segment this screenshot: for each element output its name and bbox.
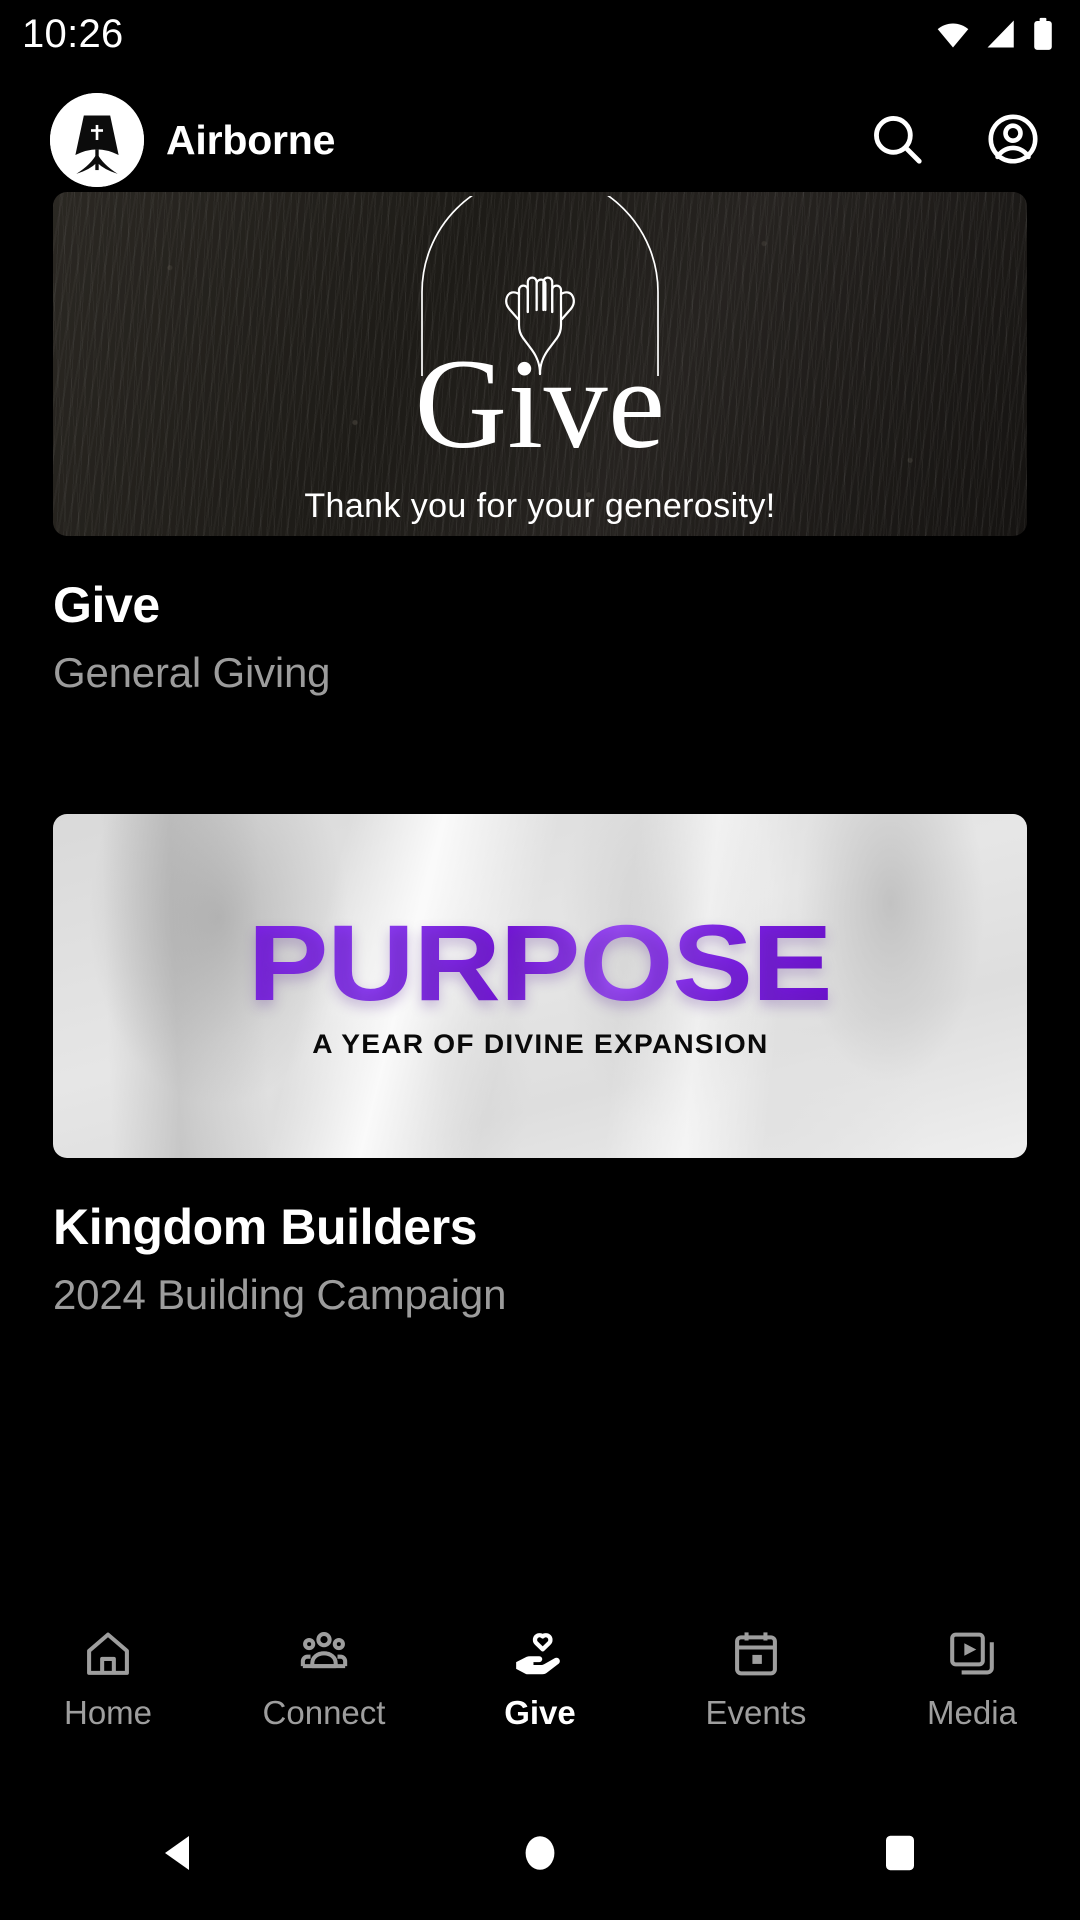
hand-heart-icon <box>513 1625 567 1683</box>
search-button[interactable] <box>864 107 930 173</box>
media-play-icon <box>945 1625 999 1683</box>
give-card-image[interactable]: Give Thank you for your generosity! <box>53 192 1027 536</box>
give-card-title: Give <box>53 577 160 633</box>
system-back-button[interactable] <box>120 1809 240 1899</box>
tab-home[interactable]: Home <box>0 1602 216 1752</box>
calendar-icon <box>729 1625 783 1683</box>
give-list: Give Thank you for your generosity! Give… <box>0 192 1080 1318</box>
app-header-actions <box>864 107 1046 173</box>
battery-icon <box>1032 17 1054 51</box>
tab-connect-label: Connect <box>262 1694 386 1731</box>
android-system-navigation <box>0 1788 1080 1920</box>
give-banner-headline: Give <box>414 333 666 475</box>
brand-name: Airborne <box>166 116 336 163</box>
airborne-logo-icon <box>50 93 144 187</box>
tab-media-label: Media <box>927 1694 1017 1731</box>
wifi-icon <box>936 17 970 51</box>
give-banner-artwork: Give Thank you for your generosity! <box>53 192 1027 536</box>
tab-events[interactable]: Events <box>648 1602 864 1752</box>
kingdom-builders-card-title: Kingdom Builders <box>53 1199 478 1256</box>
tab-give-label: Give <box>504 1694 576 1731</box>
kingdom-builders-card-image[interactable]: PURPOSE A YEAR OF DIVINE EXPANSION <box>53 814 1027 1159</box>
account-button[interactable] <box>980 107 1046 173</box>
system-home-button[interactable] <box>480 1809 600 1899</box>
tab-give[interactable]: Give <box>432 1602 648 1752</box>
status-bar-icons <box>936 17 1054 51</box>
search-icon <box>868 110 926 171</box>
tab-media[interactable]: Media <box>864 1602 1080 1752</box>
give-banner-tagline: Thank you for your generosity! <box>304 487 776 525</box>
purpose-banner-headline: PURPOSE <box>248 901 833 1023</box>
app-header: Airborne <box>0 88 1080 192</box>
system-recents-button[interactable] <box>840 1809 960 1899</box>
purpose-banner-artwork: PURPOSE A YEAR OF DIVINE EXPANSION <box>53 814 1027 1158</box>
account-circle-icon <box>984 110 1042 171</box>
kingdom-builders-card-subtitle: 2024 Building Campaign <box>53 1271 507 1319</box>
home-icon <box>81 1625 135 1683</box>
give-card-subtitle: General Giving <box>53 649 331 696</box>
tab-home-label: Home <box>63 1694 153 1731</box>
app-screen: 10:26 Airborne Give Thank you for your g… <box>0 0 1080 1920</box>
cellular-signal-icon <box>984 17 1018 51</box>
home-icon <box>516 1829 564 1880</box>
recents-icon <box>876 1829 924 1880</box>
tab-connect[interactable]: Connect <box>216 1602 432 1752</box>
status-bar: 10:26 <box>0 0 1080 68</box>
brand[interactable]: Airborne <box>50 93 335 187</box>
give-card[interactable]: Give Thank you for your generosity! Give… <box>0 192 1080 696</box>
bottom-tab-bar: Home Connect Give Events Media <box>0 1602 1080 1752</box>
status-bar-clock: 10:26 <box>22 12 124 56</box>
purpose-banner-tagline: A YEAR OF DIVINE EXPANSION <box>311 1029 769 1060</box>
back-icon <box>156 1829 204 1880</box>
tab-events-label: Events <box>705 1694 807 1731</box>
people-icon <box>297 1625 351 1683</box>
kingdom-builders-card[interactable]: PURPOSE A YEAR OF DIVINE EXPANSION Kingd… <box>0 814 1080 1318</box>
